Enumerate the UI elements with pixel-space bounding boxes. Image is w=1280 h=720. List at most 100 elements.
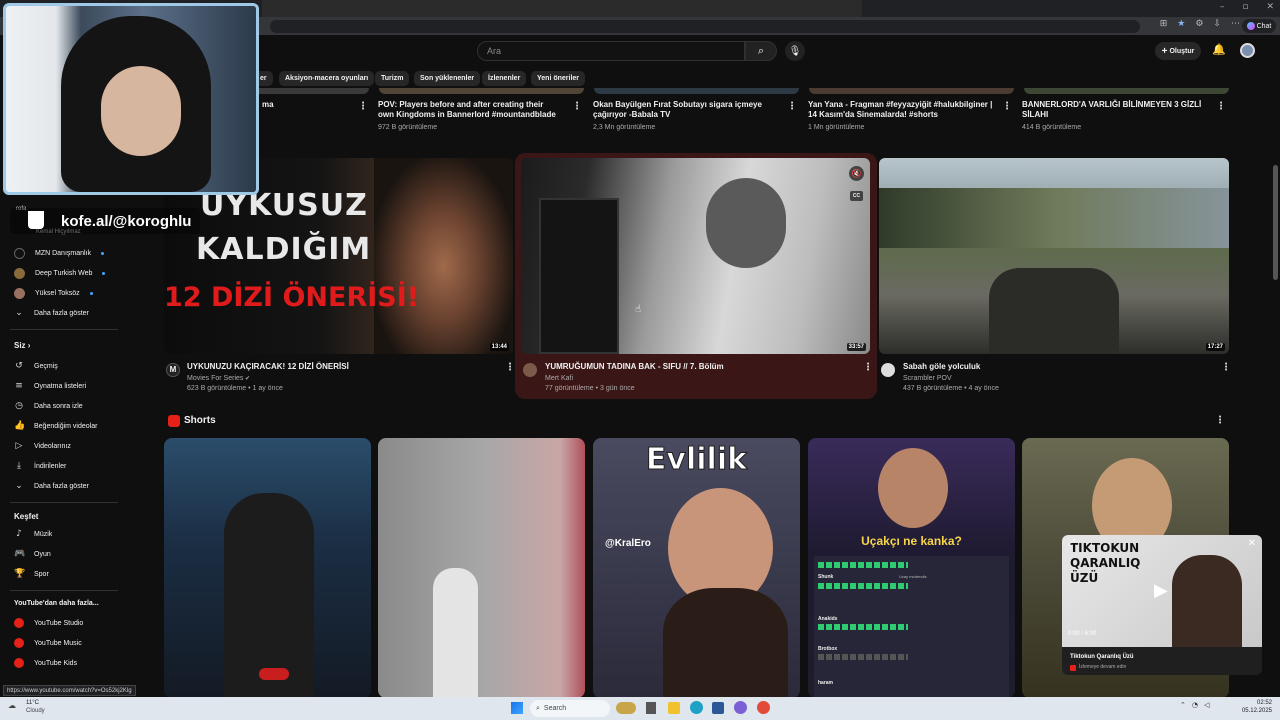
- short-face: [878, 448, 948, 528]
- weather-icon[interactable]: ☁: [8, 701, 16, 710]
- sidebar-item-mzn[interactable]: MZN Danışmanlık: [14, 247, 105, 259]
- sidebar-show-more-you[interactable]: ⌄ Daha fazla göster: [14, 480, 89, 492]
- mute-icon[interactable]: 🔇: [849, 166, 864, 181]
- star-icon[interactable]: ★: [1177, 19, 1185, 29]
- more-options-icon[interactable]: ⋮: [1221, 362, 1231, 373]
- more-options-icon[interactable]: ⋮: [505, 362, 515, 373]
- sidebar-item-youtube-kids[interactable]: YouTube Kids: [14, 657, 77, 669]
- short-2[interactable]: [378, 438, 585, 698]
- video-thumbnail-3[interactable]: 17:27: [879, 158, 1229, 354]
- create-button[interactable]: + Oluştur: [1155, 42, 1201, 60]
- sidebar-heading-you[interactable]: Siz ›: [14, 341, 30, 350]
- more-options-icon[interactable]: ⋮: [1002, 101, 1012, 112]
- sidebar-item-deep-turkish-web[interactable]: Deep Turkish Web: [14, 267, 106, 279]
- channel-name-2[interactable]: Mert Kafi: [545, 375, 573, 382]
- sidebar-item-your-videos[interactable]: ▷ Videolarınız: [14, 440, 71, 452]
- sidebar-item-playlists[interactable]: ≡ Oynatma listeleri: [14, 380, 86, 392]
- video-title-1[interactable]: UYKUNUZU KAÇIRACAK! 12 DİZİ ÖNERİSİ: [187, 362, 349, 371]
- captions-icon[interactable]: CC: [850, 191, 863, 201]
- close-window-icon[interactable]: ✕: [1266, 2, 1274, 12]
- voice-search-button[interactable]: 🎙: [785, 41, 805, 61]
- channel-name-3[interactable]: Scrambler POV: [903, 375, 952, 382]
- top-video-title-1[interactable]: ma: [262, 100, 352, 110]
- widget-icon[interactable]: [616, 702, 636, 714]
- sidebar-show-more-subscriptions[interactable]: ⌄ Daha fazla göster: [14, 307, 89, 319]
- more-options-icon[interactable]: ⋮: [1216, 101, 1226, 112]
- store-icon[interactable]: [712, 702, 724, 714]
- channel-avatar[interactable]: [881, 363, 895, 377]
- chip-action-adventure[interactable]: Aksiyon-macera oyunları: [279, 71, 375, 86]
- mini-player-video[interactable]: TIKTOKUN QARANLIQ ÜZÜ ▶ ✕ ⤢ 0:00 / 6:00: [1062, 535, 1262, 647]
- top-video-title-4[interactable]: Yan Yana - Fragman #feyyazyiğit #halukbi…: [808, 100, 998, 120]
- sidebar-item-music[interactable]: ♪ Müzik: [14, 528, 52, 540]
- mini-player[interactable]: TIKTOKUN QARANLIQ ÜZÜ ▶ ✕ ⤢ 0:00 / 6:00 …: [1062, 535, 1262, 675]
- short-3[interactable]: Evlilik @KralEro: [593, 438, 800, 698]
- account-avatar[interactable]: [1240, 43, 1255, 58]
- maximize-icon[interactable]: ▫: [1242, 2, 1248, 12]
- sidebar-item-yuksel-toksoz[interactable]: Yüksel Toksöz: [14, 287, 93, 299]
- thumb-text-line-3: 12 DİZİ ÖNERİSİ!: [164, 282, 420, 313]
- file-explorer-icon[interactable]: [668, 702, 680, 714]
- sidebar-item-youtube-music[interactable]: YouTube Music: [14, 637, 82, 649]
- chip-watched[interactable]: İzlenenler: [482, 71, 527, 86]
- video-title-2[interactable]: YUMRUĞUMUN TADINA BAK - SIFU // 7. Bölüm: [545, 362, 724, 371]
- browser-tab[interactable]: [262, 0, 862, 17]
- address-bar[interactable]: [270, 20, 1140, 33]
- more-options-icon[interactable]: ⋮: [1215, 415, 1225, 426]
- short-4[interactable]: Uçakçı ne kanka? Shunk Ucay mohendis Ana…: [808, 438, 1015, 698]
- chip-new-suggestions[interactable]: Yeni öneriler: [531, 71, 586, 86]
- search-button[interactable]: ⌕: [745, 41, 777, 61]
- mini-title[interactable]: Tiktokun Qaranlıq Üzü: [1070, 654, 1134, 660]
- channel-avatar[interactable]: M: [166, 363, 180, 377]
- clock-date[interactable]: 05.12.2025: [1236, 708, 1272, 714]
- more-options-icon[interactable]: ⋮: [863, 362, 873, 373]
- edge-icon[interactable]: [690, 701, 703, 714]
- more-options-icon[interactable]: ⋮: [358, 101, 368, 112]
- channel-name-1[interactable]: Movies For Series: [187, 375, 243, 382]
- scrollbar-thumb[interactable]: [1273, 165, 1278, 280]
- chip-recent-uploads[interactable]: Son yüklenenler: [414, 71, 481, 86]
- chrome-icon[interactable]: [757, 701, 770, 714]
- extension-icon[interactable]: ⚙: [1195, 19, 1203, 29]
- chat-button[interactable]: Chat: [1242, 19, 1276, 33]
- sidebar-item-label: Deep Turkish Web: [35, 269, 93, 277]
- video-thumbnail-2[interactable]: 🔇 CC ☝ 33:57: [521, 158, 870, 354]
- clock-time[interactable]: 02:52: [1240, 700, 1272, 706]
- sidebar-item-label: Oynatma listeleri: [34, 382, 87, 390]
- sidebar-item-youtube-studio[interactable]: YouTube Studio: [14, 617, 83, 629]
- top-video-title-3[interactable]: Okan Bayülgen Fırat Sobutayı sigara içme…: [593, 100, 768, 120]
- short-beard: [663, 588, 788, 698]
- start-icon[interactable]: [511, 702, 523, 714]
- notifications-icon[interactable]: 🔔: [1212, 43, 1226, 56]
- clock-icon: ◷: [15, 401, 23, 411]
- taskbar-search[interactable]: ⌕ Search: [530, 700, 610, 717]
- system-tray: ⌃ ◔ ◁: [1180, 701, 1209, 709]
- apps-icon[interactable]: ⊞: [1160, 19, 1168, 29]
- download-icon[interactable]: ⇩: [1213, 19, 1221, 29]
- channel-avatar[interactable]: [523, 363, 537, 377]
- sidebar-item-gaming[interactable]: 🎮 Oyun: [14, 548, 51, 560]
- chevron-up-icon[interactable]: ⌃: [1180, 701, 1186, 709]
- short-1[interactable]: [164, 438, 371, 698]
- wifi-icon[interactable]: ◔: [1192, 701, 1198, 709]
- sidebar-item-downloads[interactable]: ⤓ İndirilenler: [14, 460, 66, 472]
- top-video-title-5[interactable]: BANNERLORD'A VARLIĞI BİLİNMEYEN 3 GİZLİ …: [1022, 100, 1202, 120]
- search-input[interactable]: Ara: [477, 41, 745, 61]
- expand-icon[interactable]: ⤢: [1068, 538, 1075, 548]
- speaker-icon[interactable]: ◁: [1204, 701, 1209, 709]
- video-title-3[interactable]: Sabah göle yolculuk: [903, 362, 980, 371]
- play-icon[interactable]: ▶: [1154, 580, 1168, 601]
- app-icon[interactable]: [734, 701, 747, 714]
- minimize-icon[interactable]: –: [1220, 2, 1225, 12]
- sidebar-item-history[interactable]: ↺ Geçmiş: [14, 360, 58, 372]
- more-options-icon[interactable]: ⋮: [572, 101, 582, 112]
- top-video-title-2[interactable]: POV: Players before and after creating t…: [378, 100, 558, 120]
- more-options-icon[interactable]: ⋮: [787, 101, 797, 112]
- task-view-icon[interactable]: [646, 702, 656, 714]
- menu-icon[interactable]: ⋯: [1231, 19, 1240, 29]
- sidebar-item-liked-videos[interactable]: 👍 Beğendiğim videolar: [14, 420, 97, 432]
- sidebar-item-watch-later[interactable]: ◷ Daha sonra izle: [14, 400, 83, 412]
- chip-tourism[interactable]: Turizm: [375, 71, 410, 86]
- sidebar-item-sports[interactable]: 🏆 Spor: [14, 568, 49, 580]
- close-icon[interactable]: ✕: [1248, 538, 1256, 549]
